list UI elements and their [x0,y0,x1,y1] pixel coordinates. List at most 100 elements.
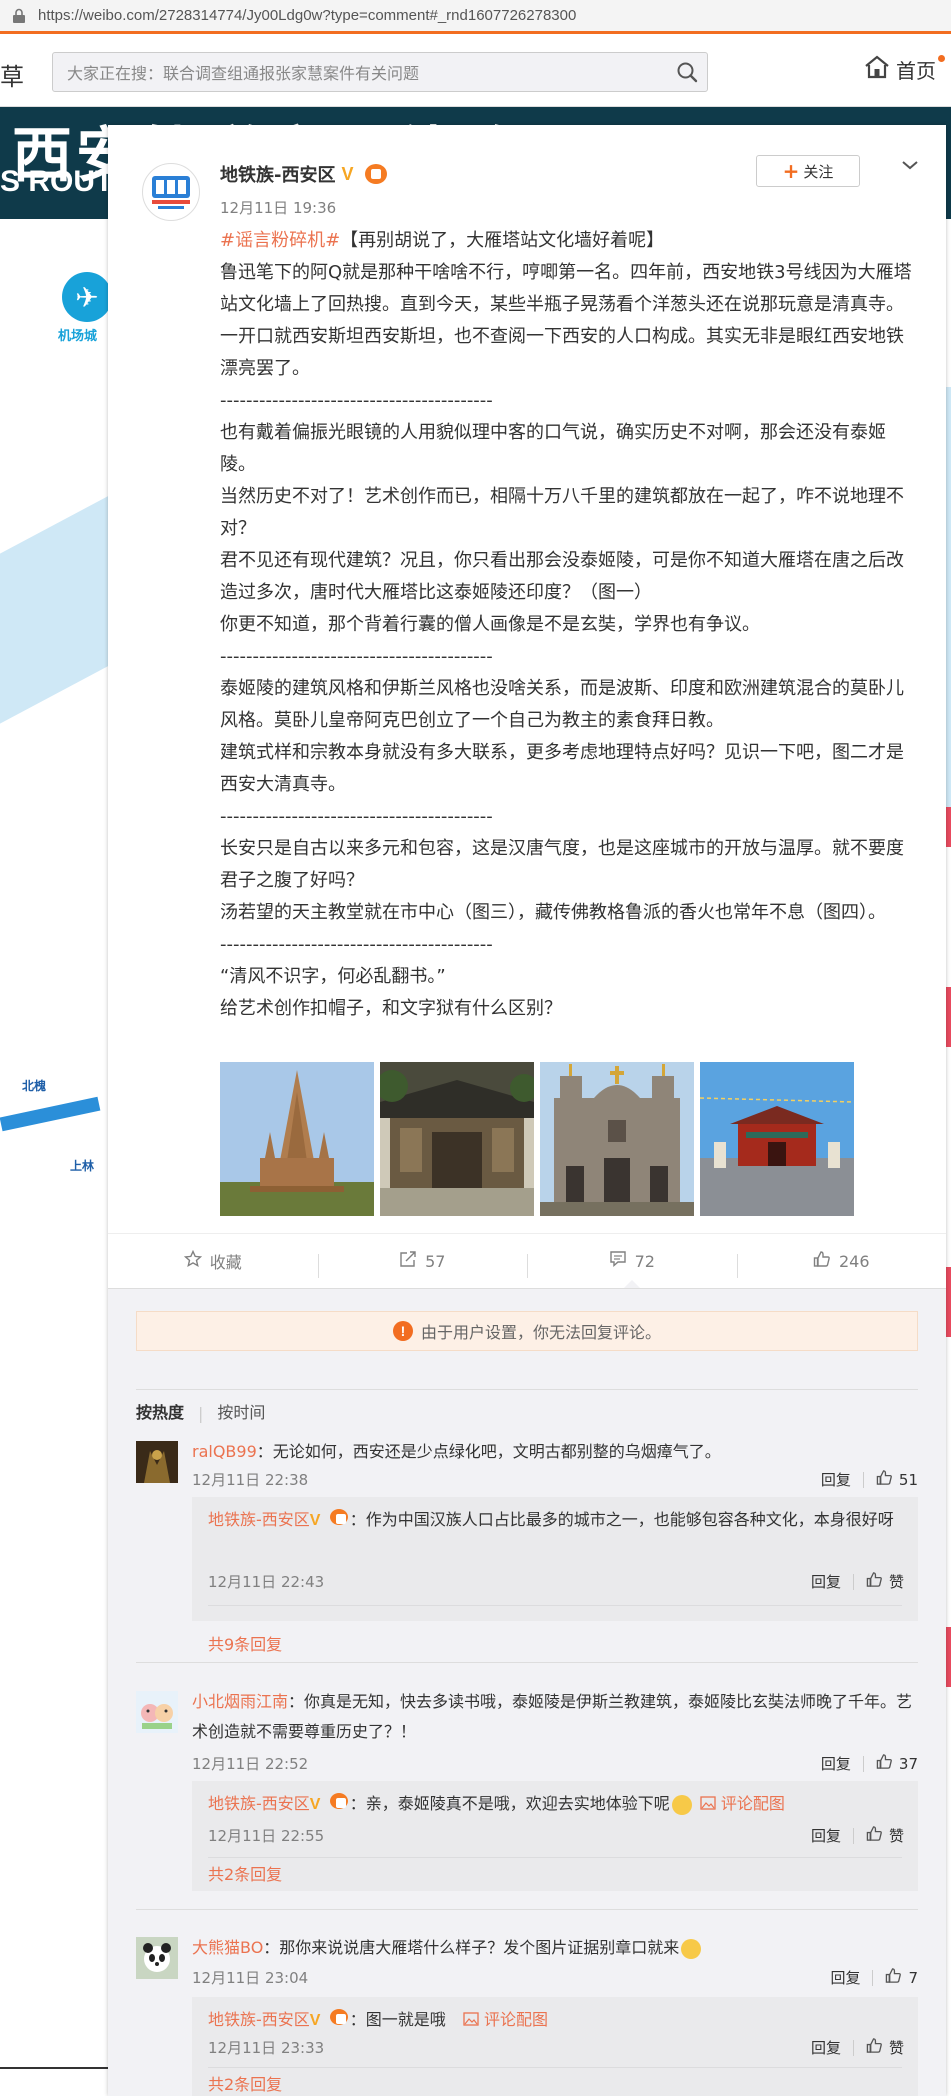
comment-like-count: 51 [898,1470,918,1489]
comment-body: ：无论如何，西安还是少点绿化吧，文明古都别整的乌烟瘴气了。 [256,1442,721,1461]
more-replies-link[interactable]: 共2条回复 [208,1861,282,1885]
commenter-avatar[interactable] [136,1441,178,1483]
url-text[interactable]: https://weibo.com/2728314774/Jy00Ldg0w?t… [38,7,576,24]
post-headline: #谣言粉碎机#【再别胡说了，大雁塔站文化墙好着呢】 [220,225,920,257]
reply-like-button[interactable]: 赞 [866,1825,904,1846]
home-button[interactable]: 首页 [864,55,945,84]
comment-text: 小北烟雨江南：你真是无知，快去多读书哦，泰姬陵是伊斯兰教建筑，泰姬陵比玄奘法师晚… [192,1687,918,1747]
reply-like-button[interactable]: 赞 [866,2037,904,2058]
home-icon [864,55,890,84]
commenter-nick[interactable]: 小北烟雨江南 [192,1692,288,1711]
comment-image-link[interactable]: 评论配图 [721,1794,785,1813]
author-avatar[interactable] [142,163,200,221]
post-paragraph: 鲁迅笔下的阿Q就是那种干啥啥不行，哼唧第一名。四年前，西安地铁3号线因为大雁塔站… [220,262,912,379]
comment-ops: 回复 37 [821,1753,918,1774]
thumbs-up-icon [876,1469,893,1490]
favorite-label: 收藏 [209,1253,242,1272]
comment-body: ：那你来说说唐大雁塔什么样子？发个图片证据别章口就来 [263,1938,680,1957]
favorite-button[interactable]: 收藏 [108,1249,318,1273]
reply-nick[interactable]: 地铁族-西安区 [208,2010,310,2029]
ops-separator [862,1471,864,1488]
verified-icon: V [309,1512,321,1529]
medal-icon [329,1509,348,1525]
home-label: 首页 [896,59,936,83]
commenter-avatar[interactable] [136,1937,178,1979]
ops-separator [852,1573,854,1590]
ops-separator [872,1969,874,1986]
comment-image-link[interactable]: 评论配图 [484,2010,548,2029]
search-icon[interactable] [667,52,707,92]
reply-button[interactable]: 回复 [821,1469,851,1490]
comment-count: 72 [634,1251,655,1271]
post-divider: ----------------------------------------… [220,934,493,955]
photo-mahabodhi-temple[interactable] [220,1062,374,1216]
reply-like-label: 赞 [888,1827,904,1845]
author-name-text[interactable]: 地铁族-西安区 [220,161,335,187]
more-replies-link[interactable]: 共9条回复 [208,1631,282,1655]
plus-icon: + [782,159,800,183]
star-icon [183,1249,202,1272]
sort-by-time-tab[interactable]: 按时间 [217,1399,265,1423]
thumbs-up-icon [866,1571,883,1592]
reply-body: ：图一就是哦 [349,2010,446,2029]
thumbs-up-icon [885,1967,902,1988]
comment-text: ralQB99：无论如何，西安还是少点绿化吧，文明古都别整的乌烟瘴气了。 [192,1437,918,1467]
photo-great-mosque[interactable] [380,1062,534,1216]
warning-icon: ! [392,1321,413,1341]
commenter-nick[interactable]: ralQB99 [192,1442,257,1461]
station-label: 北槐 [22,1079,47,1093]
reply-nick[interactable]: 地铁族-西安区 [208,1510,310,1529]
reply-divider [208,1605,902,1606]
topic-link[interactable]: #谣言粉碎机# [220,230,340,251]
post-paragraph: 汤若望的天主教堂就在市中心（图三），藏传佛教格鲁派的香火也常年不息（图四）。 [220,902,886,923]
reply-button[interactable]: 回复 [811,1825,841,1846]
comment-item: 大熊猫BO：那你来说说唐大雁塔什么样子？发个图片证据别章口就来 12月11日 2… [136,1937,918,2096]
airport-icon: ✈ [62,272,112,322]
top-navigation: 草 大家正在搜：联合调查组通报张家慧案件有关问题 首页 [0,37,951,107]
comment-like-count: 7 [908,1968,918,1987]
nav-left-fragment[interactable]: 草 [0,57,24,92]
more-replies-link[interactable]: 共2条回复 [208,2071,282,2095]
post-paragraph: “清风不识字，何必乱翻书。” [220,966,446,987]
emoji-sweat-icon [681,1938,702,1959]
comment-text: 大熊猫BO：那你来说说唐大雁塔什么样子？发个图片证据别章口就来 [192,1933,918,1963]
post-paragraph: 君不见还有现代建筑？况且，你只看出那会没泰姬陵，可是你不知道大雁塔在唐之后改造过… [220,550,904,603]
post-action-bar: 收藏 57 72 246 [108,1233,946,1289]
lock-icon [10,7,28,25]
reply-body: ：亲，泰姬陵真不是哦，欢迎去实地体验下呢 [349,1794,670,1813]
reply-text: 地铁族-西安区V ：图一就是哦 评论配图 [208,2005,898,2036]
chevron-down-icon[interactable] [898,153,922,177]
comment-button[interactable]: 72 [527,1250,737,1288]
follow-button[interactable]: + 关注 [756,155,860,187]
thumbs-up-icon [866,1825,883,1846]
author-name[interactable]: 地铁族-西安区 V [220,161,388,187]
reply-like-button[interactable]: 赞 [866,1571,904,1592]
sort-by-hot-tab[interactable]: 按热度 [136,1399,184,1423]
reply-button[interactable]: 回复 [811,1571,841,1592]
comment-ops: 回复 7 [830,1967,918,1988]
post-paragraph: 给艺术创作扣帽子，和文字狱有什么区别？ [220,998,562,1019]
commenter-avatar[interactable] [136,1691,178,1733]
comment-like-button[interactable]: 7 [885,1967,918,1988]
comment-like-button[interactable]: 37 [876,1753,918,1774]
comment-like-button[interactable]: 51 [876,1469,918,1490]
repost-button[interactable]: 57 [317,1250,528,1278]
photo-cathedral[interactable] [540,1062,694,1216]
photo-lama-temple[interactable] [700,1062,854,1216]
reply-button[interactable]: 回复 [811,2037,841,2058]
thumbs-up-icon [813,1250,831,1272]
reply-button[interactable]: 回复 [821,1753,851,1774]
like-count: 246 [838,1251,870,1271]
thumbs-up-icon [866,2037,883,2058]
post-time[interactable]: 12月11日 19:36 [220,197,336,218]
station-label: 上林 [70,1159,95,1173]
comment-item: ralQB99：无论如何，西安还是少点绿化吧，文明古都别整的乌烟瘴气了。 12月… [136,1441,918,1654]
browser-address-bar[interactable]: https://weibo.com/2728314774/Jy00Ldg0w?t… [0,0,951,34]
search-input[interactable]: 大家正在搜：联合调查组通报张家慧案件有关问题 [52,52,708,92]
reply-nick[interactable]: 地铁族-西安区 [208,1794,310,1813]
like-button[interactable]: 246 [736,1250,947,1278]
commenter-nick[interactable]: 大熊猫BO [192,1938,263,1957]
reply-button[interactable]: 回复 [830,1967,860,1988]
reply-time: 12月11日 23:33 [208,2039,325,2057]
post-paragraph: 当然历史不对了！艺术创作而已，相隔十万八千里的建筑都放在一起了，咋不说地理不对？ [220,486,904,539]
